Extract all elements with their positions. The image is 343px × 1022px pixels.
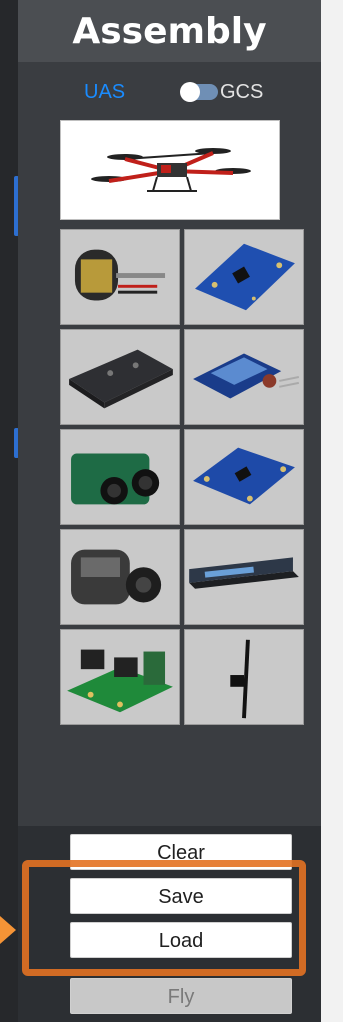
background-left-strip [0,0,19,1022]
mode-toggle-switch[interactable] [180,82,218,102]
pointer-arrow-icon [0,916,16,944]
imu-sensor-board-icon [195,243,295,311]
gimbal-camera-icon [71,549,162,605]
component-tile-stereo-camera[interactable] [60,429,180,525]
panel-title: Assembly [18,0,321,62]
mode-toggle-row: UAS GCS [18,78,321,106]
drone-preview [60,120,280,220]
component-tile-power-board[interactable] [60,629,180,725]
lipo-battery-icon [189,557,299,589]
sensor-breakout-board-icon [193,447,295,505]
gcs-label[interactable]: GCS [220,78,263,106]
component-tile-sensor-breakout[interactable] [184,429,304,525]
component-tile-flight-controller[interactable] [60,329,180,425]
fly-button[interactable]: Fly [70,978,292,1014]
humidity-sensor-icon [193,353,300,399]
antenna-icon [230,639,250,719]
component-tile-imu-board[interactable] [184,229,304,325]
quadcopter-icon [91,148,251,192]
component-tile-gimbal-camera[interactable] [60,529,180,625]
component-tile-motor[interactable] [60,229,180,325]
component-tile-humidity-sensor[interactable] [184,329,304,425]
uas-label[interactable]: UAS [84,78,125,106]
brushless-motor-icon [74,249,166,301]
power-distribution-board-icon [67,649,173,713]
toggle-knob [180,82,200,102]
stereo-camera-icon [71,453,160,505]
component-tile-lipo-battery[interactable] [184,529,304,625]
flight-controller-icon [69,349,173,409]
save-load-highlight [22,860,306,976]
component-tile-antenna[interactable] [184,629,304,725]
